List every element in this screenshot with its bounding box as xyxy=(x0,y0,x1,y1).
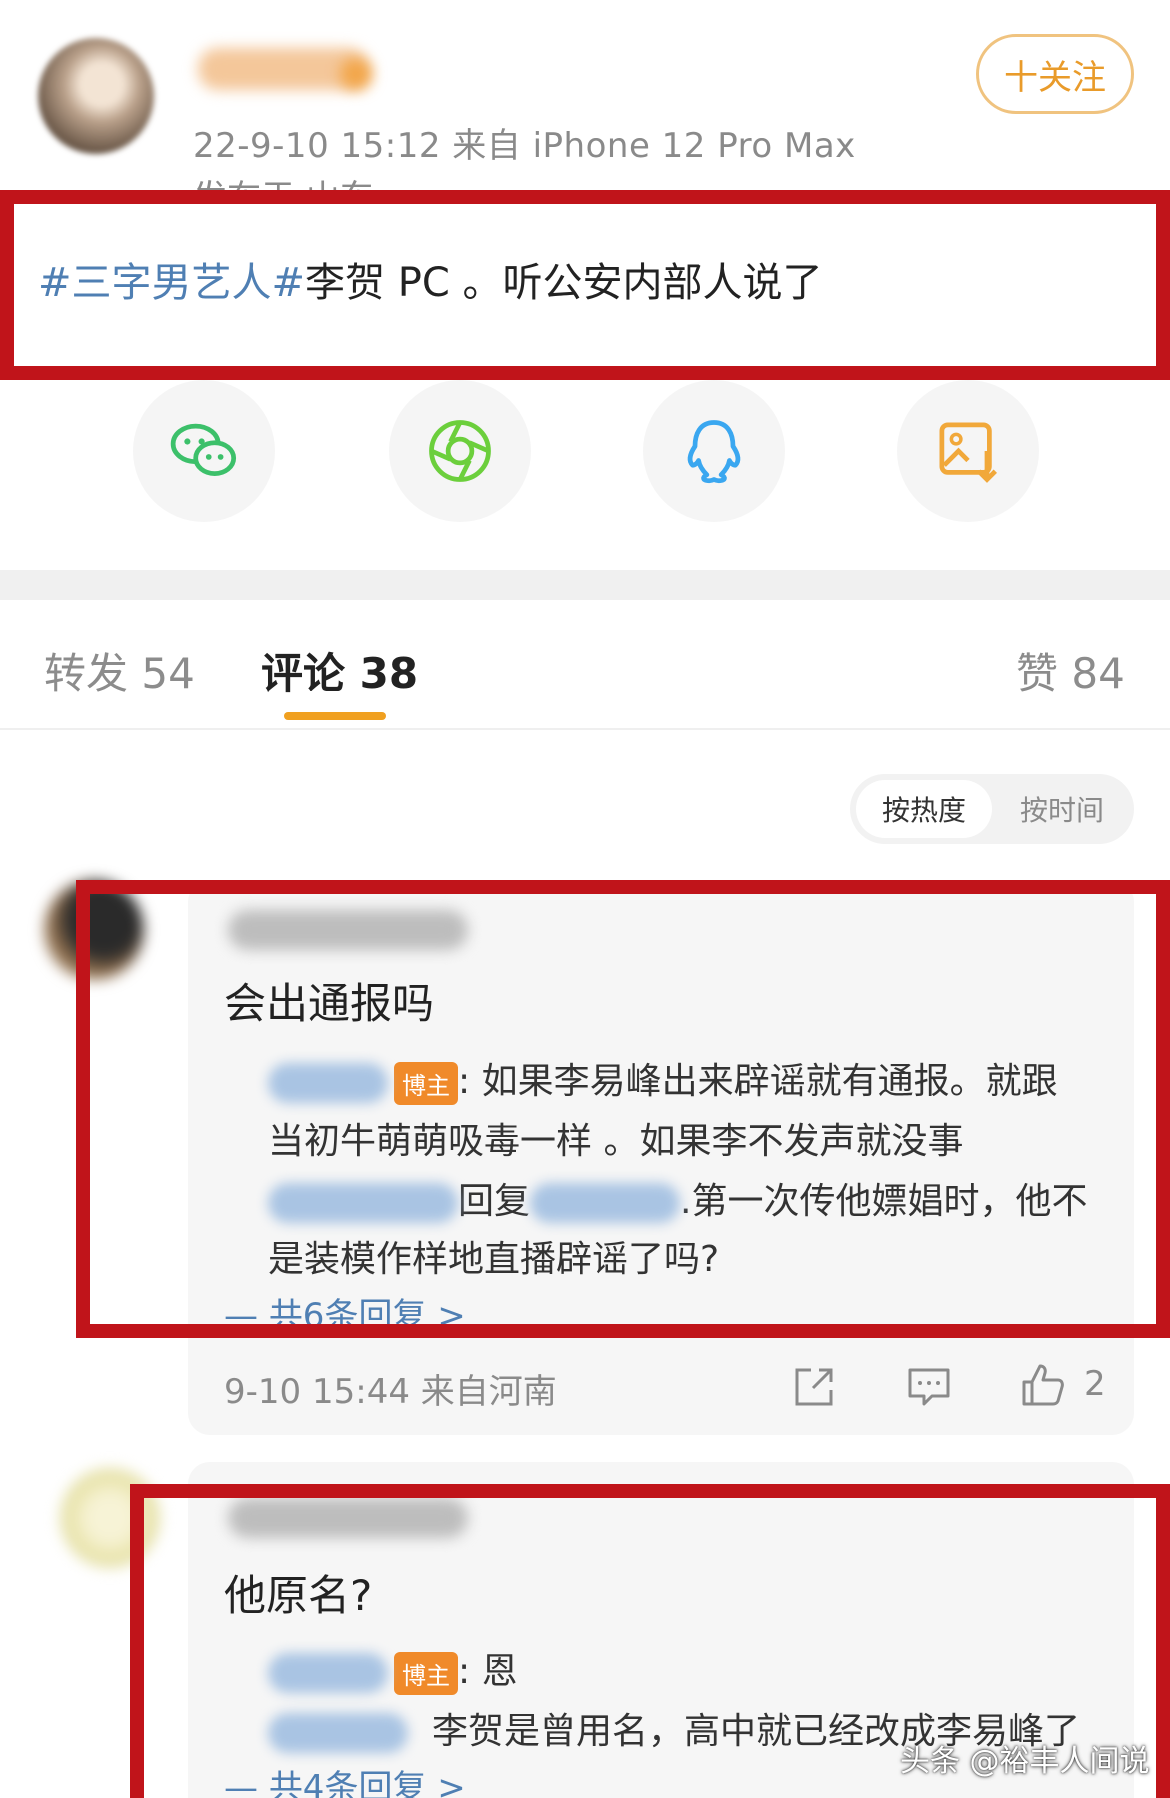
highlight-box-post xyxy=(0,190,1170,380)
sort-by-time[interactable]: 按时间 xyxy=(996,780,1128,838)
sort-toggle: 按热度 按时间 xyxy=(850,774,1134,844)
verified-badge-icon xyxy=(340,58,372,90)
active-tab-indicator xyxy=(284,712,386,720)
like-icon[interactable] xyxy=(1020,1362,1066,1408)
like-count: 2 xyxy=(1084,1364,1106,1404)
share-qq-button[interactable] xyxy=(643,380,785,522)
sort-by-hot[interactable]: 按热度 xyxy=(856,780,992,838)
share-wechat-button[interactable] xyxy=(133,380,275,522)
watermark-text: 头条 @裕丰人间说 xyxy=(900,1744,1150,1779)
share-comment-icon[interactable] xyxy=(791,1364,837,1410)
highlight-box-comment-1 xyxy=(76,880,1170,1338)
wechat-icon xyxy=(170,423,237,476)
post-meta: 22-9-10 15:12 来自 iPhone 12 Pro Max xyxy=(193,126,856,166)
qq-icon xyxy=(687,420,741,484)
save-image-button[interactable] xyxy=(897,380,1039,522)
save-image-icon xyxy=(939,422,997,483)
author-avatar[interactable] xyxy=(38,38,154,154)
moments-icon xyxy=(429,420,491,482)
share-moments-button[interactable] xyxy=(389,380,531,522)
post-header: 22-9-10 15:12 来自 iPhone 12 Pro Max 十关注 xyxy=(0,0,1170,200)
tab-repost[interactable]: 转发 54 xyxy=(44,640,195,701)
post-tabs: 转发 54 评论 38 赞 84 xyxy=(0,600,1170,730)
tab-comments[interactable]: 评论 38 xyxy=(261,640,418,701)
follow-button[interactable]: 十关注 xyxy=(976,34,1134,114)
tab-likes[interactable]: 赞 84 xyxy=(1016,640,1125,701)
share-row xyxy=(0,380,1170,530)
comment-meta: 9-10 15:44 来自河南 xyxy=(224,1372,557,1412)
reply-comment-icon[interactable] xyxy=(906,1364,952,1410)
section-divider xyxy=(0,570,1170,600)
